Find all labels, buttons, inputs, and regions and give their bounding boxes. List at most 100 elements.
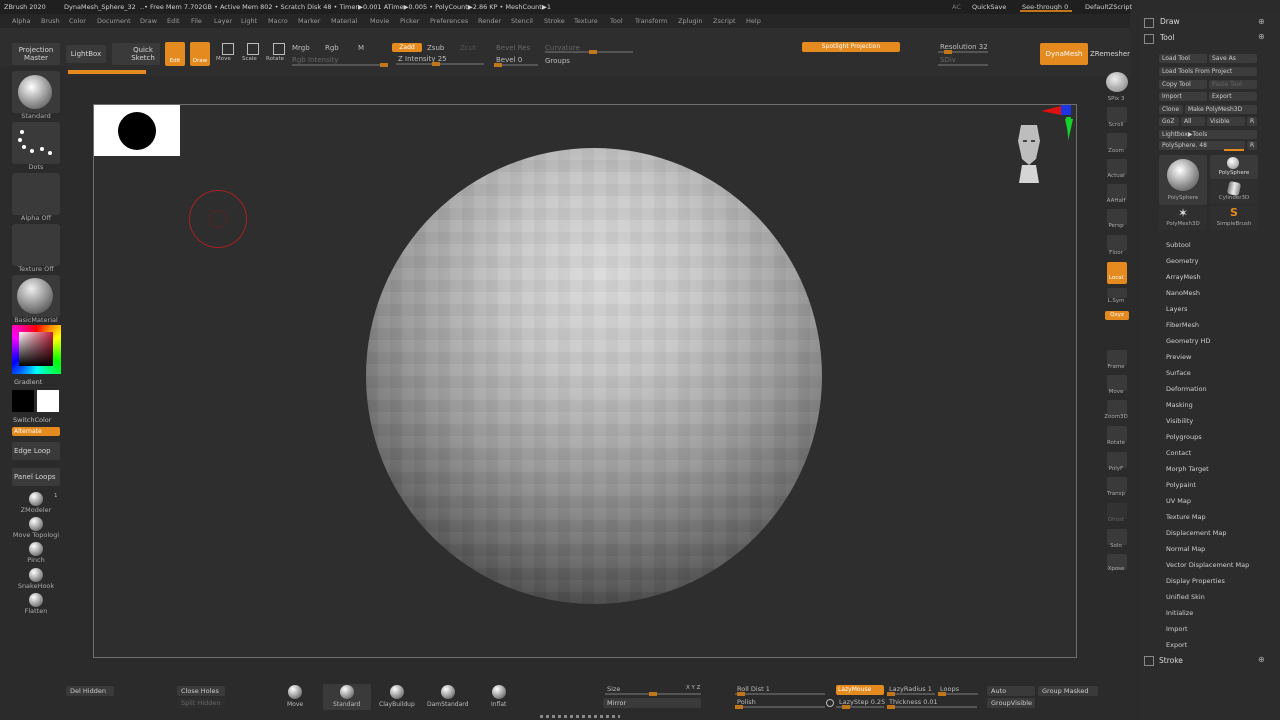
dynamesh-button[interactable]: DynaMesh bbox=[1040, 43, 1088, 65]
rgb-button[interactable]: Rgb bbox=[325, 44, 339, 52]
menu-item[interactable]: Picker bbox=[400, 17, 419, 25]
polysphere-thumb-large[interactable]: PolySphere bbox=[1159, 155, 1207, 205]
move-mode-label[interactable]: Move bbox=[216, 56, 231, 62]
layers-section[interactable]: Layers bbox=[1166, 305, 1188, 313]
alpha-slot[interactable] bbox=[12, 173, 60, 215]
inflat-brush-label[interactable]: Inflat bbox=[491, 701, 506, 708]
standard-brush-label[interactable]: Standard bbox=[333, 701, 360, 708]
bevel-res-slider[interactable]: Bevel Res bbox=[496, 44, 530, 52]
geometry-section[interactable]: Geometry bbox=[1166, 257, 1198, 265]
edge-loop-button[interactable]: Edge Loop bbox=[12, 442, 60, 460]
subtool-section[interactable]: Subtool bbox=[1166, 241, 1191, 249]
surface-section[interactable]: Surface bbox=[1166, 369, 1191, 377]
move-topological-brush-icon[interactable] bbox=[29, 517, 43, 531]
thickness-slider[interactable]: Thickness 0.01 bbox=[889, 698, 938, 706]
switch-color-button[interactable]: SwitchColor bbox=[13, 416, 51, 424]
dots-stroke-icon[interactable] bbox=[12, 122, 60, 164]
texture-slot[interactable] bbox=[12, 224, 60, 266]
quicksave-button[interactable]: QuickSave bbox=[972, 3, 1006, 11]
groups-button[interactable]: Groups bbox=[545, 57, 570, 65]
rotate-mode-label[interactable]: Rotate bbox=[266, 56, 284, 62]
gradient-label[interactable]: Gradient bbox=[14, 378, 42, 386]
draw-palette-icon[interactable] bbox=[1144, 18, 1154, 28]
menu-item[interactable]: Render bbox=[478, 17, 501, 25]
polish-toggle-icon[interactable] bbox=[826, 699, 834, 707]
morph-target-section[interactable]: Morph Target bbox=[1166, 465, 1209, 473]
menu-item[interactable]: Tool bbox=[610, 17, 623, 25]
dock-icon[interactable]: ⊕ bbox=[1258, 32, 1265, 41]
del-hidden-button[interactable]: Del Hidden bbox=[66, 686, 114, 696]
menu-item[interactable]: File bbox=[191, 17, 202, 25]
export-button[interactable]: Export bbox=[1209, 92, 1257, 101]
material-icon[interactable] bbox=[12, 275, 60, 317]
pinch-label[interactable]: Pinch bbox=[6, 556, 66, 564]
flatten-label[interactable]: Flatten bbox=[6, 607, 66, 615]
menu-item[interactable]: Texture bbox=[574, 17, 598, 25]
polygroups-section[interactable]: Polygroups bbox=[1166, 433, 1202, 441]
masking-section[interactable]: Masking bbox=[1166, 401, 1193, 409]
lazyradius-slider[interactable]: LazyRadius 1 bbox=[889, 685, 932, 693]
axis-gizmo-icon[interactable] bbox=[1039, 105, 1075, 145]
polymesh3d-thumb[interactable]: ✶ PolyMesh3D bbox=[1159, 206, 1207, 230]
import-button[interactable]: Import bbox=[1159, 92, 1207, 101]
group-masked-button[interactable]: Group Masked bbox=[1038, 686, 1098, 696]
zadd-button[interactable]: Zadd bbox=[392, 43, 422, 52]
standard-brush-icon[interactable] bbox=[340, 685, 354, 699]
tool-palette-header[interactable]: Tool bbox=[1160, 33, 1175, 42]
load-tools-from-project-button[interactable]: Load Tools From Project bbox=[1159, 67, 1257, 76]
menu-item[interactable]: Stroke bbox=[544, 17, 565, 25]
projection-master-button[interactable]: Projection Master bbox=[12, 43, 60, 65]
m-button[interactable]: M bbox=[358, 44, 364, 52]
move-brush-icon[interactable] bbox=[288, 685, 302, 699]
polysphere-mesh[interactable] bbox=[366, 148, 822, 604]
inflat-brush-icon[interactable] bbox=[492, 685, 506, 699]
tool-r-button[interactable]: R bbox=[1247, 141, 1257, 150]
goz-visible-button[interactable]: Visible bbox=[1207, 117, 1245, 126]
alternate-button[interactable]: Alternate bbox=[12, 427, 60, 436]
deformation-section[interactable]: Deformation bbox=[1166, 385, 1207, 393]
canvas-viewport[interactable] bbox=[93, 104, 1077, 658]
zoom-icon[interactable] bbox=[1107, 133, 1127, 149]
xyz-toggle[interactable]: X Y Z bbox=[686, 685, 700, 691]
menu-item[interactable]: Brush bbox=[41, 17, 60, 25]
copy-tool-button[interactable]: Copy Tool bbox=[1159, 80, 1207, 89]
display-properties-section[interactable]: Display Properties bbox=[1166, 577, 1225, 585]
clone-button[interactable]: Clone bbox=[1159, 105, 1183, 114]
menu-item[interactable]: Stencil bbox=[511, 17, 533, 25]
menu-item[interactable]: Alpha bbox=[12, 17, 30, 25]
nanomesh-section[interactable]: NanoMesh bbox=[1166, 289, 1200, 297]
uv-map-section[interactable]: UV Map bbox=[1166, 497, 1191, 505]
stroke-palette-header[interactable]: Stroke bbox=[1159, 656, 1183, 665]
split-hidden-button[interactable]: Split Hidden bbox=[177, 698, 225, 708]
zmodeler-brush-icon[interactable] bbox=[29, 492, 43, 506]
menu-item[interactable]: Movie bbox=[370, 17, 389, 25]
mrgb-button[interactable]: Mrgb bbox=[292, 44, 310, 52]
draw-palette-header[interactable]: Draw bbox=[1160, 17, 1180, 26]
close-holes-button[interactable]: Close Holes bbox=[177, 686, 225, 696]
goz-button[interactable]: GoZ bbox=[1159, 117, 1179, 126]
unified-skin-section[interactable]: Unified Skin bbox=[1166, 593, 1205, 601]
texture-map-section[interactable]: Texture Map bbox=[1166, 513, 1206, 521]
menu-item[interactable]: Zscript bbox=[713, 17, 736, 25]
claybuildup-brush-label[interactable]: ClayBuildup bbox=[379, 701, 415, 708]
dock-icon[interactable]: ⊕ bbox=[1258, 655, 1265, 664]
sdiv-slider[interactable]: SDiv bbox=[940, 56, 956, 64]
menu-item[interactable]: Help bbox=[746, 17, 761, 25]
paste-tool-button[interactable]: Paste Tool bbox=[1209, 80, 1257, 89]
zsub-button[interactable]: Zsub bbox=[427, 44, 444, 52]
pinch-brush-icon[interactable] bbox=[29, 542, 43, 556]
goz-all-button[interactable]: All bbox=[1181, 117, 1205, 126]
standard-brush-icon[interactable] bbox=[12, 71, 60, 113]
qxyz-button[interactable]: Qxyz bbox=[1105, 311, 1129, 320]
menu-item[interactable]: Transform bbox=[635, 17, 667, 25]
move-brush-label[interactable]: Move bbox=[287, 701, 303, 708]
contact-section[interactable]: Contact bbox=[1166, 449, 1191, 457]
menu-item[interactable]: Document bbox=[97, 17, 131, 25]
simplebrush-thumb[interactable]: S SimpleBrush bbox=[1210, 206, 1258, 230]
import-section[interactable]: Import bbox=[1166, 625, 1188, 633]
lsym-icon[interactable] bbox=[1107, 288, 1127, 298]
geometry-hd-section[interactable]: Geometry HD bbox=[1166, 337, 1210, 345]
menu-item[interactable]: Layer bbox=[214, 17, 232, 25]
polypaint-section[interactable]: Polypaint bbox=[1166, 481, 1196, 489]
vector-displacement-map-section[interactable]: Vector Displacement Map bbox=[1166, 561, 1249, 569]
